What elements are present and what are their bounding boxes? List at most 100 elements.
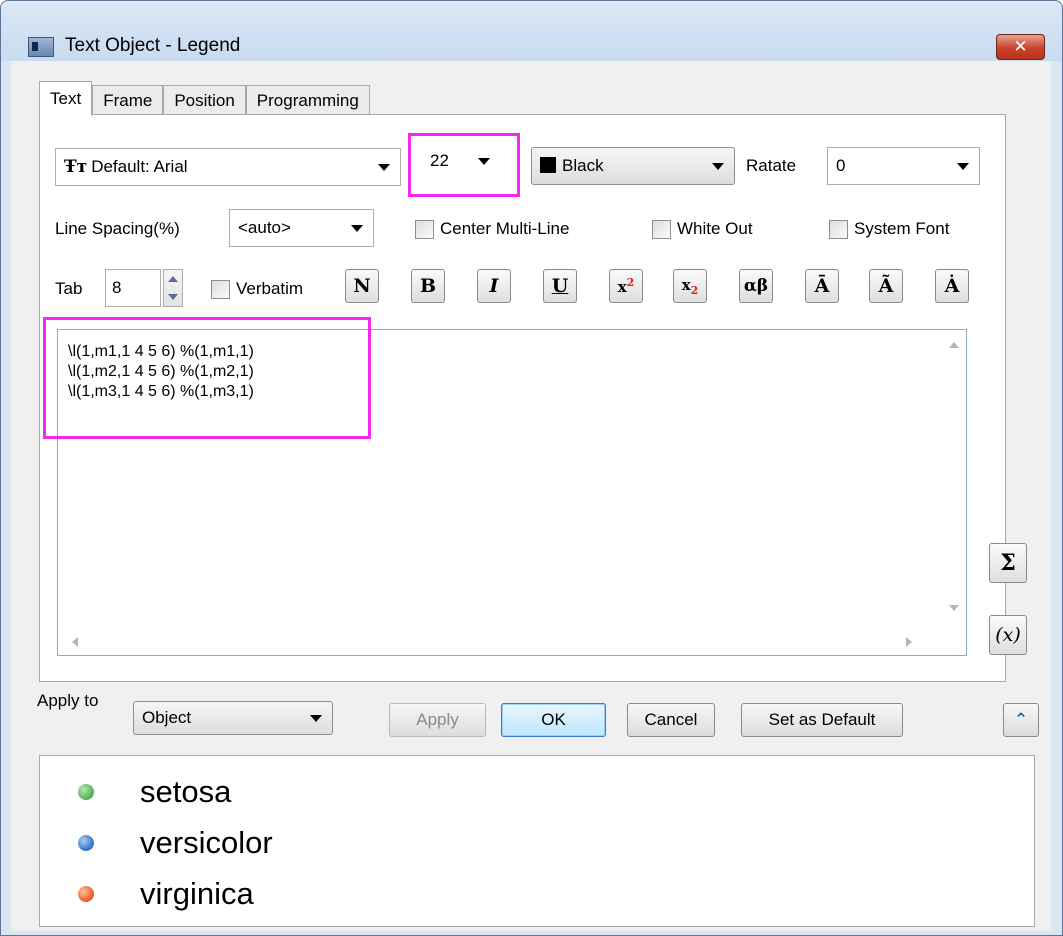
set-as-default-button[interactable]: Set as Default bbox=[741, 703, 903, 737]
tilde-icon: Ã bbox=[878, 275, 894, 297]
center-multiline-label: Center Multi-Line bbox=[440, 219, 570, 238]
apply-to-value: Object bbox=[142, 708, 192, 727]
tab-position[interactable]: Position bbox=[163, 85, 246, 116]
line-spacing-select[interactable]: <auto> bbox=[229, 209, 374, 247]
underline-button[interactable]: U bbox=[543, 269, 577, 303]
chevron-down-icon bbox=[310, 715, 322, 722]
tilde-button[interactable]: Ã bbox=[869, 269, 903, 303]
dialog-client: Text Frame Position Programming Ŧт Defaul… bbox=[11, 61, 1051, 931]
dialog-window: Text Object - Legend ✕ Text Frame Positi… bbox=[0, 0, 1063, 936]
green-dot-icon bbox=[78, 784, 94, 800]
checkbox-box bbox=[652, 219, 671, 239]
collapse-button[interactable]: ⌃ bbox=[1003, 703, 1039, 737]
superscript-button[interactable]: x2 bbox=[609, 269, 643, 303]
tab-text[interactable]: Text bbox=[39, 81, 93, 116]
color-value: Black bbox=[562, 156, 604, 175]
font-value: Default: Arial bbox=[91, 157, 188, 176]
chevron-down-icon bbox=[378, 164, 390, 171]
rotate-value: 0 bbox=[836, 156, 846, 175]
rotate-select[interactable]: 0 bbox=[827, 147, 980, 185]
chevron-down-icon bbox=[712, 163, 724, 170]
legend-item: virginica bbox=[78, 876, 254, 912]
function-icon: (x) bbox=[995, 624, 1021, 646]
subscript-button[interactable]: x2 bbox=[673, 269, 707, 303]
greek-button[interactable]: αβ bbox=[739, 269, 773, 303]
close-icon: ✕ bbox=[1013, 37, 1028, 56]
overbar-icon: Ā bbox=[814, 275, 830, 297]
close-button[interactable]: ✕ bbox=[996, 34, 1045, 60]
tab-frame[interactable]: Frame bbox=[92, 85, 164, 116]
dot-accent-button[interactable]: Ȧ bbox=[935, 269, 969, 303]
subscript-icon: x2 bbox=[682, 276, 699, 297]
white-out-label: White Out bbox=[677, 219, 753, 238]
chevron-down-icon bbox=[351, 225, 363, 232]
subscript-mark: 2 bbox=[690, 283, 699, 297]
legend-item: versicolor bbox=[78, 825, 273, 861]
scroll-right-icon[interactable] bbox=[906, 637, 912, 647]
tab-programming[interactable]: Programming bbox=[245, 85, 370, 116]
verbatim-label: Verbatim bbox=[236, 279, 304, 298]
system-font-checkbox[interactable]: System Font bbox=[829, 219, 949, 239]
scroll-down-icon[interactable] bbox=[949, 605, 959, 611]
double-chevron-up-icon: ⌃ bbox=[1013, 710, 1029, 729]
insert-symbol-button[interactable]: Σ bbox=[989, 543, 1027, 583]
rotate-label: Ratate bbox=[746, 156, 797, 175]
size-value: 22 bbox=[430, 151, 449, 170]
apply-button[interactable]: Apply bbox=[389, 703, 486, 737]
scroll-up-icon[interactable] bbox=[949, 342, 959, 348]
spin-down-icon[interactable] bbox=[168, 294, 178, 300]
white-out-checkbox[interactable]: White Out bbox=[652, 219, 753, 239]
vertical-scrollbar[interactable] bbox=[940, 330, 966, 630]
size-select[interactable]: 22 bbox=[422, 143, 508, 181]
app-icon bbox=[28, 37, 54, 57]
horizontal-scrollbar[interactable] bbox=[58, 629, 966, 655]
dot-accent-icon: Ȧ bbox=[944, 275, 960, 297]
font-icon: Ŧт bbox=[64, 157, 88, 177]
orange-dot-icon bbox=[78, 886, 94, 902]
overbar-button[interactable]: Ā bbox=[805, 269, 839, 303]
color-swatch bbox=[540, 157, 556, 173]
italic-icon: I bbox=[489, 275, 499, 297]
ok-button[interactable]: OK bbox=[501, 703, 606, 737]
blue-dot-icon bbox=[78, 835, 94, 851]
superscript-base: x bbox=[617, 278, 627, 296]
tab-input[interactable]: 8 bbox=[105, 269, 161, 307]
legend-label: setosa bbox=[140, 774, 232, 809]
title-bar: Text Object - Legend ✕ bbox=[1, 1, 1062, 61]
checkbox-box bbox=[829, 219, 848, 239]
color-select[interactable]: Black bbox=[531, 147, 735, 185]
code-highlight bbox=[43, 317, 371, 439]
verbatim-checkbox[interactable]: Verbatim bbox=[211, 279, 303, 299]
legend-label: versicolor bbox=[140, 825, 273, 860]
checkbox-box bbox=[415, 219, 434, 239]
tab-label: Tab bbox=[55, 279, 83, 298]
spin-up-icon[interactable] bbox=[168, 276, 178, 282]
bold-button[interactable]: B bbox=[411, 269, 445, 303]
scroll-left-icon[interactable] bbox=[72, 637, 78, 647]
chevron-down-icon bbox=[478, 158, 490, 165]
center-multiline-checkbox[interactable]: Center Multi-Line bbox=[415, 219, 569, 239]
sigma-icon: Σ bbox=[1000, 550, 1016, 576]
underline-icon: U bbox=[551, 275, 569, 297]
normal-format-button[interactable]: N bbox=[345, 269, 379, 303]
superscript-icon: x2 bbox=[618, 276, 635, 296]
font-select[interactable]: Ŧт Default: Arial bbox=[55, 148, 401, 186]
tab-bar: Text Frame Position Programming bbox=[39, 81, 370, 116]
bold-icon: B bbox=[419, 275, 437, 297]
legend-label: virginica bbox=[140, 876, 254, 911]
checkbox-box bbox=[211, 279, 230, 299]
tab-value: 8 bbox=[112, 278, 122, 297]
apply-to-label: Apply to bbox=[37, 691, 99, 710]
line-spacing-value: <auto> bbox=[238, 218, 291, 237]
system-font-label: System Font bbox=[854, 219, 950, 238]
greek-icon: αβ bbox=[743, 276, 769, 296]
legend-item: setosa bbox=[78, 774, 231, 810]
cancel-button[interactable]: Cancel bbox=[627, 703, 715, 737]
apply-to-select[interactable]: Object bbox=[133, 701, 333, 735]
tab-spinner[interactable] bbox=[163, 269, 183, 307]
superscript-mark: 2 bbox=[626, 276, 635, 289]
legend-preview: setosa versicolor virginica bbox=[39, 755, 1035, 927]
insert-variable-button[interactable]: (x) bbox=[989, 615, 1027, 655]
italic-button[interactable]: I bbox=[477, 269, 511, 303]
normal-icon: N bbox=[353, 275, 371, 297]
